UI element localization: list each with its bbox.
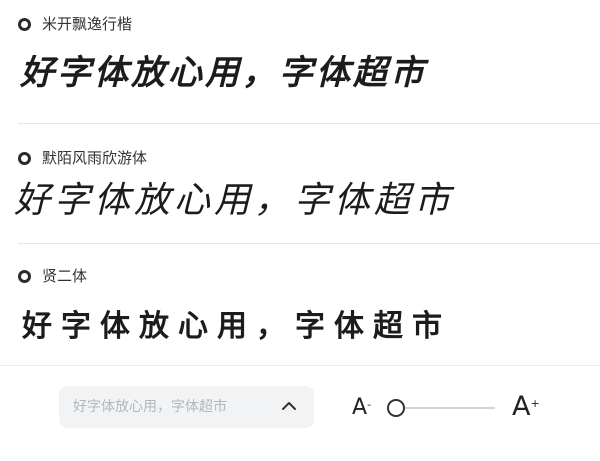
font-preview-text: 好字体放心用，字体超市: [14, 180, 455, 221]
divider: [18, 243, 600, 244]
preview-text-value: 好字体放心用，字体超市: [73, 399, 227, 415]
font-picker-panel: 米开飘逸行楷 好字体放心用，字体超市 默陌风雨欣游体 好字体放心用，字体超市 贤…: [0, 0, 600, 461]
increase-font-size-button[interactable]: A+: [512, 392, 540, 422]
bottom-toolbar: 好字体放心用，字体超市 A- A+: [0, 366, 600, 461]
radio-button[interactable]: [18, 152, 31, 165]
radio-button[interactable]: [18, 270, 31, 283]
font-name-label: 米开飘逸行楷: [42, 15, 133, 33]
font-preview-text: 好字体放心用，字体超市: [20, 53, 427, 93]
minus-icon: -: [367, 398, 372, 411]
decrease-font-size-button[interactable]: A-: [352, 396, 371, 420]
slider-thumb[interactable]: [387, 399, 405, 417]
divider: [18, 123, 600, 124]
font-preview-text: 好字体放心用，字体超市: [22, 309, 451, 344]
font-name-label: 默陌风雨欣游体: [42, 149, 148, 167]
plus-icon: +: [530, 397, 540, 410]
increase-font-size-label: A: [512, 391, 531, 422]
slider-track: [395, 407, 495, 409]
font-name-label: 贤二体: [42, 267, 88, 285]
preview-text-dropdown[interactable]: 好字体放心用，字体超市: [59, 386, 314, 428]
radio-button[interactable]: [18, 18, 31, 31]
chevron-up-icon[interactable]: [277, 394, 301, 418]
decrease-font-size-label: A: [352, 395, 368, 420]
font-size-slider[interactable]: [387, 397, 497, 417]
